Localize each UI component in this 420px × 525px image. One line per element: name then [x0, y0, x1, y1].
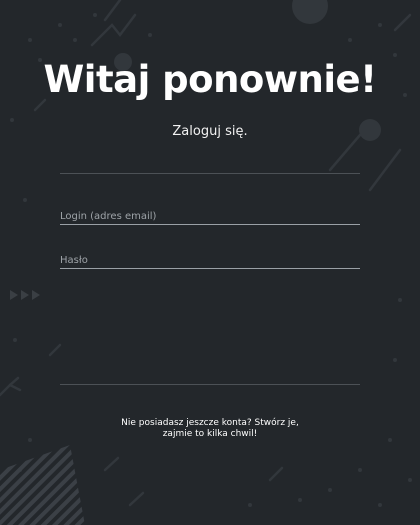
register-prompt: Nie posiadasz jeszcze konta? Stwórz je, … [110, 418, 310, 440]
top-divider [60, 173, 360, 174]
password-input[interactable] [60, 250, 360, 271]
email-input[interactable] [60, 206, 360, 227]
bottom-divider [60, 384, 360, 385]
subtitle: Zaloguj się. [172, 124, 248, 139]
page-title: Witaj ponownie! [43, 58, 377, 101]
email-field [60, 204, 360, 227]
login-panel: Witaj ponownie! Zaloguj się. Nie posiada… [0, 0, 420, 525]
password-field [60, 248, 360, 271]
register-link[interactable]: Nie posiadasz jeszcze konta? Stwórz je, … [121, 418, 299, 439]
